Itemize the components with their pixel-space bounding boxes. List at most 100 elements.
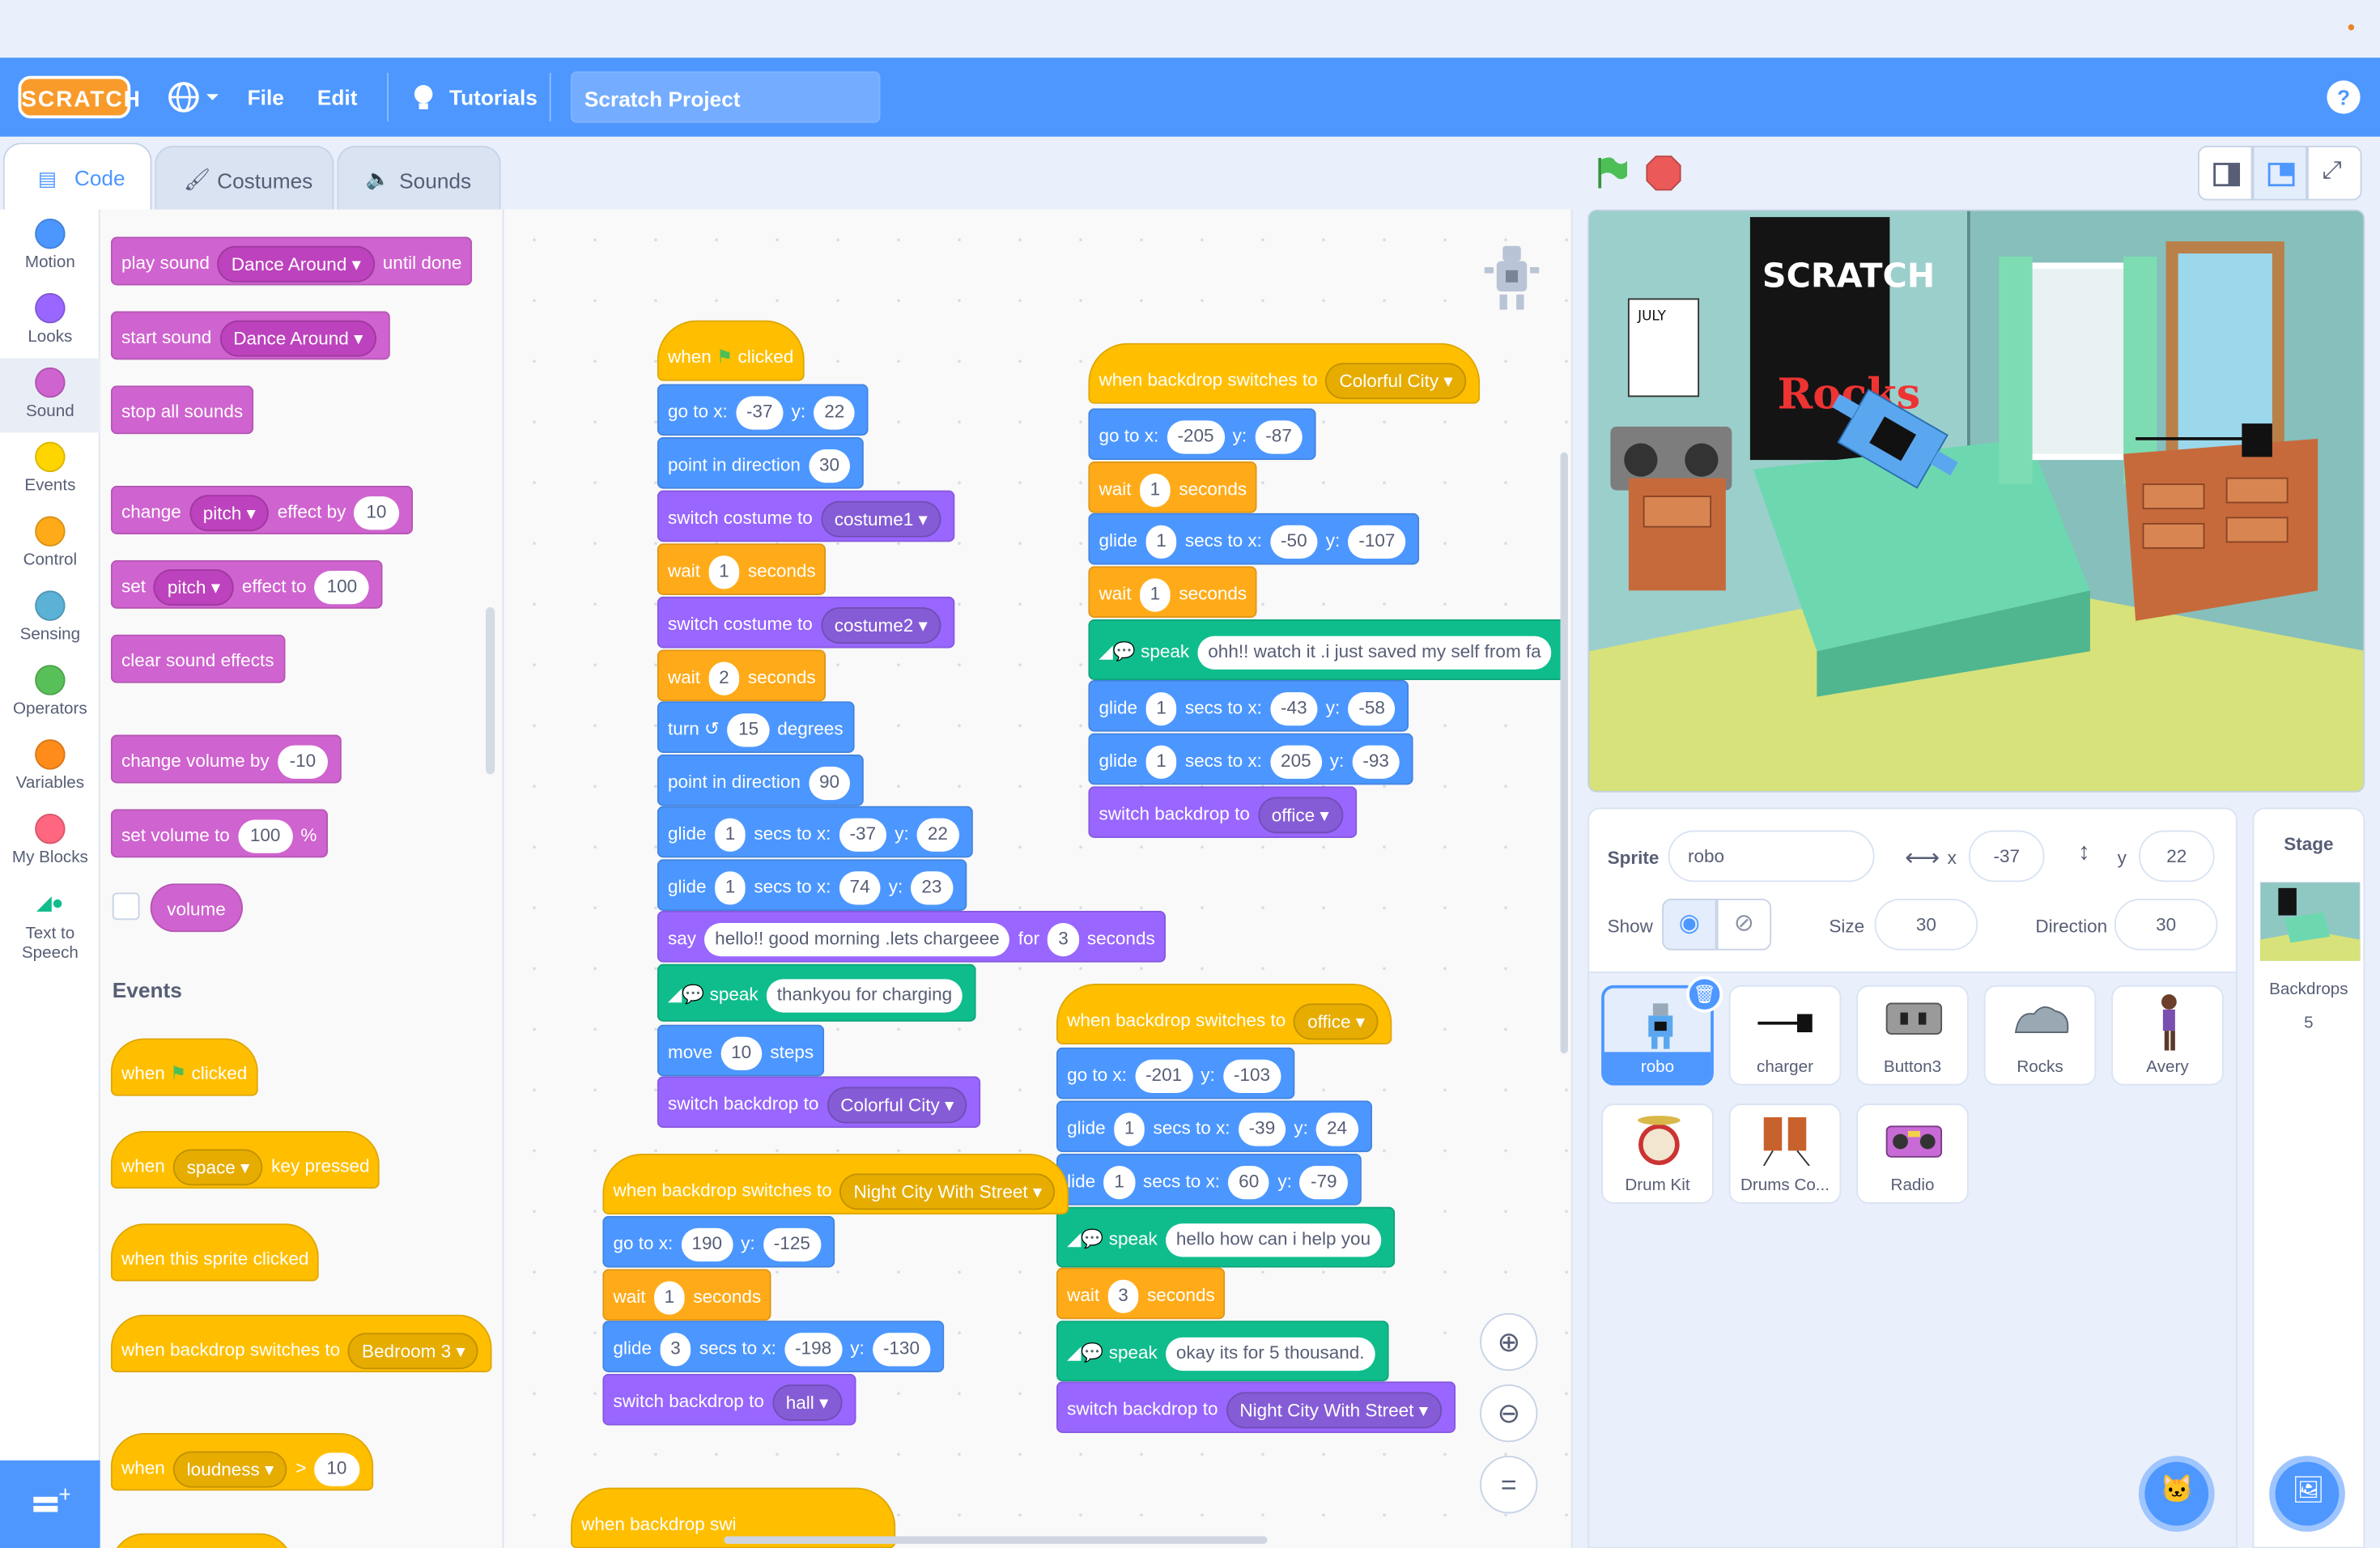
secs-input[interactable]: 3 <box>1048 922 1079 956</box>
go-to-xy-block[interactable]: go to x: 190 y: -125 <box>602 1215 835 1268</box>
category-my-blocks[interactable]: My Blocks <box>0 805 100 879</box>
volume-reporter[interactable]: volume <box>150 883 243 933</box>
glide-block[interactable]: glide 1 secs to x: 205 y: -93 <box>1088 733 1413 785</box>
small-stage-button[interactable] <box>2198 146 2253 201</box>
normal-stage-button[interactable] <box>2252 146 2307 201</box>
value-input[interactable]: 100 <box>237 819 293 853</box>
tab-sounds[interactable]: 🔈 Sounds <box>337 146 501 210</box>
stop-all-sounds-block[interactable]: stop all sounds <box>110 385 254 435</box>
costume-dropdown[interactable]: costume1 ▾ <box>820 500 941 538</box>
go-to-xy-block[interactable]: go to x: -201 y: -103 <box>1056 1047 1294 1099</box>
volume-checkbox[interactable] <box>112 892 140 921</box>
costume-dropdown[interactable]: costume2 ▾ <box>820 606 941 644</box>
project-title-input[interactable]: Scratch Project <box>571 71 881 123</box>
seconds-input[interactable]: 1 <box>1139 578 1171 612</box>
when-backdrop-switches-block[interactable]: when backdrop switches to Bedroom 3 ▾ <box>110 1314 493 1372</box>
x-input[interactable]: -205 <box>1167 420 1225 454</box>
seconds-input[interactable]: 1 <box>1139 473 1171 507</box>
secs-input[interactable]: 3 <box>660 1332 691 1367</box>
switch-costume-block[interactable]: switch costume to costume1 ▾ <box>657 490 955 542</box>
glide-block[interactable]: glide 1 secs to x: -37 y: 22 <box>657 806 972 858</box>
direction-input[interactable]: 30 <box>808 449 851 483</box>
stage-canvas[interactable]: SCRATCH Rocks JULY <box>1587 209 2365 793</box>
stage-selector-panel[interactable]: Stage Backdrops 5 🖼 <box>2252 807 2365 1548</box>
x-input[interactable]: -43 <box>1269 691 1318 725</box>
glide-block[interactable]: lide 1 secs to x: 60 y: -79 <box>1056 1154 1362 1206</box>
when-flag-clicked-block[interactable]: when ⚑ clicked <box>110 1038 258 1096</box>
backdrop-dropdown[interactable]: Night City With Street ▾ <box>839 1173 1056 1210</box>
tab-code[interactable]: ▤ Code <box>2 142 152 210</box>
switch-backdrop-block[interactable]: switch backdrop to Colorful City ▾ <box>657 1076 982 1129</box>
y-input[interactable]: -107 <box>1348 525 1406 559</box>
y-input[interactable]: 22 <box>916 818 959 852</box>
hide-sprite-button[interactable]: ⊘ <box>1716 899 1772 950</box>
x-input[interactable]: -198 <box>784 1332 843 1367</box>
switch-backdrop-block[interactable]: switch backdrop to hall ▾ <box>602 1373 856 1426</box>
category-sound[interactable]: Sound <box>0 358 100 433</box>
category-sensing[interactable]: Sensing <box>0 581 100 656</box>
start-sound-block[interactable]: start sound Dance Around ▾ <box>110 311 391 360</box>
point-in-direction-block[interactable]: point in direction 30 <box>657 437 865 489</box>
change-volume-block[interactable]: change volume by -10 <box>110 734 342 784</box>
category-operators[interactable]: Operators <box>0 656 100 730</box>
key-dropdown[interactable]: space ▾ <box>172 1149 264 1186</box>
sprite-tile-button3[interactable]: Button3 <box>1856 985 1969 1086</box>
file-menu[interactable]: File <box>248 85 284 109</box>
glide-block[interactable]: glide 1 secs to x: -43 y: -58 <box>1088 680 1409 732</box>
show-sprite-button[interactable]: ◉ <box>1662 899 1717 950</box>
x-input[interactable]: 74 <box>839 870 881 905</box>
go-to-xy-block[interactable]: go to x: -205 y: -87 <box>1088 408 1316 461</box>
value-input[interactable]: -10 <box>277 745 329 779</box>
sprite-tile-drum-kit[interactable]: Drum Kit <box>1601 1104 1714 1204</box>
speak-block[interactable]: ◢💬 speak ohh!! watch it .i just saved my… <box>1088 619 1566 680</box>
when-backdrop-switches-hat[interactable]: switch backdrop towhen backdrop switches… <box>1088 342 1481 404</box>
effect-dropdown[interactable]: pitch ▾ <box>189 494 270 531</box>
say-for-secs-block[interactable]: say hello!! good morning .lets chargeee … <box>657 911 1166 963</box>
zoom-in-button[interactable]: ⊕ <box>1480 1312 1538 1372</box>
direction-input[interactable]: 90 <box>808 766 851 800</box>
seconds-input[interactable]: 3 <box>1107 1279 1139 1313</box>
category-motion[interactable]: Motion <box>0 210 100 284</box>
edit-menu[interactable]: Edit <box>317 85 358 109</box>
tab-costumes[interactable]: 🖌 Costumes <box>155 146 334 210</box>
fullscreen-button[interactable]: ⤢ <box>2307 146 2362 201</box>
seconds-input[interactable]: 1 <box>708 555 740 589</box>
seconds-input[interactable]: 2 <box>708 661 740 695</box>
x-input[interactable]: -37 <box>735 396 784 430</box>
glide-block[interactable]: glide 3 secs to x: -198 y: -130 <box>602 1320 944 1372</box>
glide-block[interactable]: glide 1 secs to x: 74 y: 23 <box>657 859 967 911</box>
y-position-input[interactable]: 22 <box>2138 830 2215 882</box>
x-input[interactable]: 190 <box>681 1227 733 1261</box>
wait-block[interactable]: wait 3 seconds <box>1056 1267 1226 1320</box>
y-input[interactable]: -103 <box>1222 1059 1281 1093</box>
backdrop-dropdown[interactable]: Bedroom 3 ▾ <box>348 1332 479 1369</box>
message-input[interactable]: hello!! good morning .lets chargeee <box>704 922 1010 956</box>
green-flag-icon[interactable] <box>1594 155 1630 191</box>
when-key-pressed-block[interactable]: when space ▾ key pressed <box>110 1130 380 1189</box>
when-backdrop-switches-hat[interactable]: when backdrop switches to Night City Wit… <box>602 1154 1069 1214</box>
wait-block[interactable]: wait 1 seconds <box>602 1269 772 1321</box>
sprite-name-input[interactable]: robo <box>1668 830 1875 882</box>
x-input[interactable]: -50 <box>1269 525 1318 559</box>
backdrop-dropdown[interactable]: office ▾ <box>1294 1003 1379 1040</box>
speak-block[interactable]: ◢💬 speak okay its for 5 thousand. <box>1056 1320 1389 1382</box>
wait-block[interactable]: wait 2 seconds <box>657 649 827 702</box>
help-icon[interactable]: ? <box>2327 80 2361 114</box>
y-input[interactable]: -58 <box>1348 691 1396 725</box>
speak-text-input[interactable]: okay its for 5 thousand. <box>1165 1337 1375 1371</box>
when-backdrop-switches-hat[interactable]: when backdrop switches to office ▾ <box>1056 984 1392 1044</box>
y-input[interactable]: 24 <box>1315 1112 1358 1146</box>
choose-sprite-button[interactable]: 🐱 <box>2138 1456 2215 1532</box>
speak-text-input[interactable]: hello how can i help you <box>1165 1223 1382 1257</box>
palette-scrollbar[interactable] <box>486 607 495 775</box>
wait-block[interactable]: wait 1 seconds <box>1088 461 1258 513</box>
clear-sound-effects-block[interactable]: clear sound effects <box>110 634 285 683</box>
sprite-tile-charger[interactable]: charger <box>1728 985 1842 1086</box>
y-input[interactable]: -79 <box>1299 1165 1348 1199</box>
x-input[interactable]: -201 <box>1134 1059 1193 1093</box>
wait-block[interactable]: wait 1 seconds <box>657 543 827 595</box>
turn-block[interactable]: turn ↺ 15 degrees <box>657 701 854 753</box>
glide-block[interactable]: glide 1 secs to x: -50 y: -107 <box>1088 512 1420 565</box>
category-variables[interactable]: Variables <box>0 730 100 805</box>
script-workspace[interactable]: when ⚑ clicked go to x: -37 y: 22 point … <box>504 209 1573 1548</box>
